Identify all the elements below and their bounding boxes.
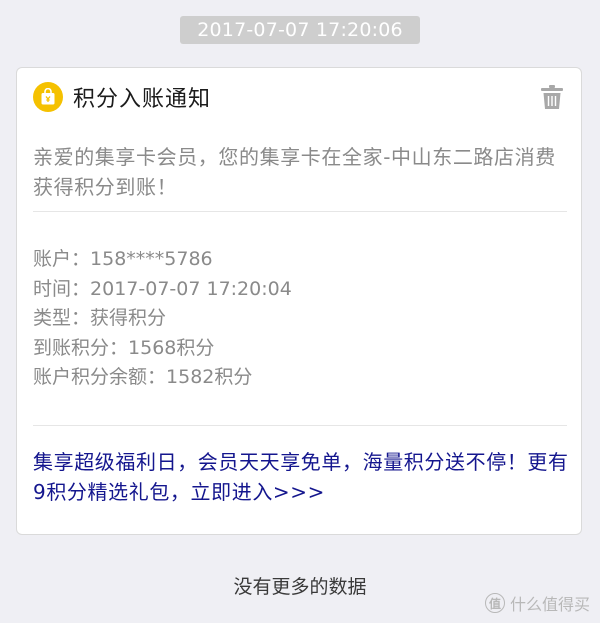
detail-time: 时间：2017-07-07 17:20:04 [33, 275, 573, 305]
detail-type: 类型：获得积分 [33, 304, 573, 334]
timestamp-row: 2017-07-07 17:20:06 [0, 16, 600, 44]
detail-value: 1568积分 [128, 336, 215, 359]
card-header: 积分入账通知 [33, 80, 567, 114]
detail-points-received: 到账积分：1568积分 [33, 334, 573, 364]
detail-value: 获得积分 [90, 307, 167, 329]
detail-value: 1582积分 [166, 366, 253, 388]
watermark: 值 什么值得买 [484, 591, 590, 615]
detail-value: 158****5786 [90, 248, 213, 270]
detail-label: 账户： [33, 248, 91, 270]
detail-points-balance: 账户积分余额：1582积分 [33, 363, 573, 393]
trash-icon[interactable] [537, 82, 567, 112]
detail-label: 时间： [33, 277, 91, 300]
divider [33, 211, 567, 212]
notification-intro: 亲爱的集享卡会员，您的集享卡在全家-中山东二路店消费获得积分到账！ [33, 145, 556, 199]
detail-label: 到账积分： [33, 336, 129, 359]
detail-list: 账户：158****5786 时间：2017-07-07 17:20:04 类型… [33, 245, 573, 393]
detail-label: 账户积分余额： [33, 366, 167, 388]
divider [33, 425, 567, 426]
detail-value: 2017-07-07 17:20:04 [90, 277, 292, 300]
watermark-logo-icon: 值 [484, 593, 505, 613]
watermark-text: 什么值得买 [509, 595, 590, 614]
detail-account: 账户：158****5786 [33, 245, 573, 275]
message-timestamp: 2017-07-07 17:20:06 [180, 16, 420, 44]
detail-label: 类型： [33, 307, 91, 329]
shopping-bag-icon [33, 82, 63, 112]
card-title: 积分入账通知 [73, 87, 212, 112]
promo-link[interactable]: 集享超级福利日，会员天天享免单，海量积分送不停！更有9积分精选礼包，立即进入>>… [33, 447, 573, 507]
notification-card: 积分入账通知 亲爱的集享卡会员，您的集享卡在全家-中山东二路店消费获得积分到账！… [16, 67, 582, 535]
